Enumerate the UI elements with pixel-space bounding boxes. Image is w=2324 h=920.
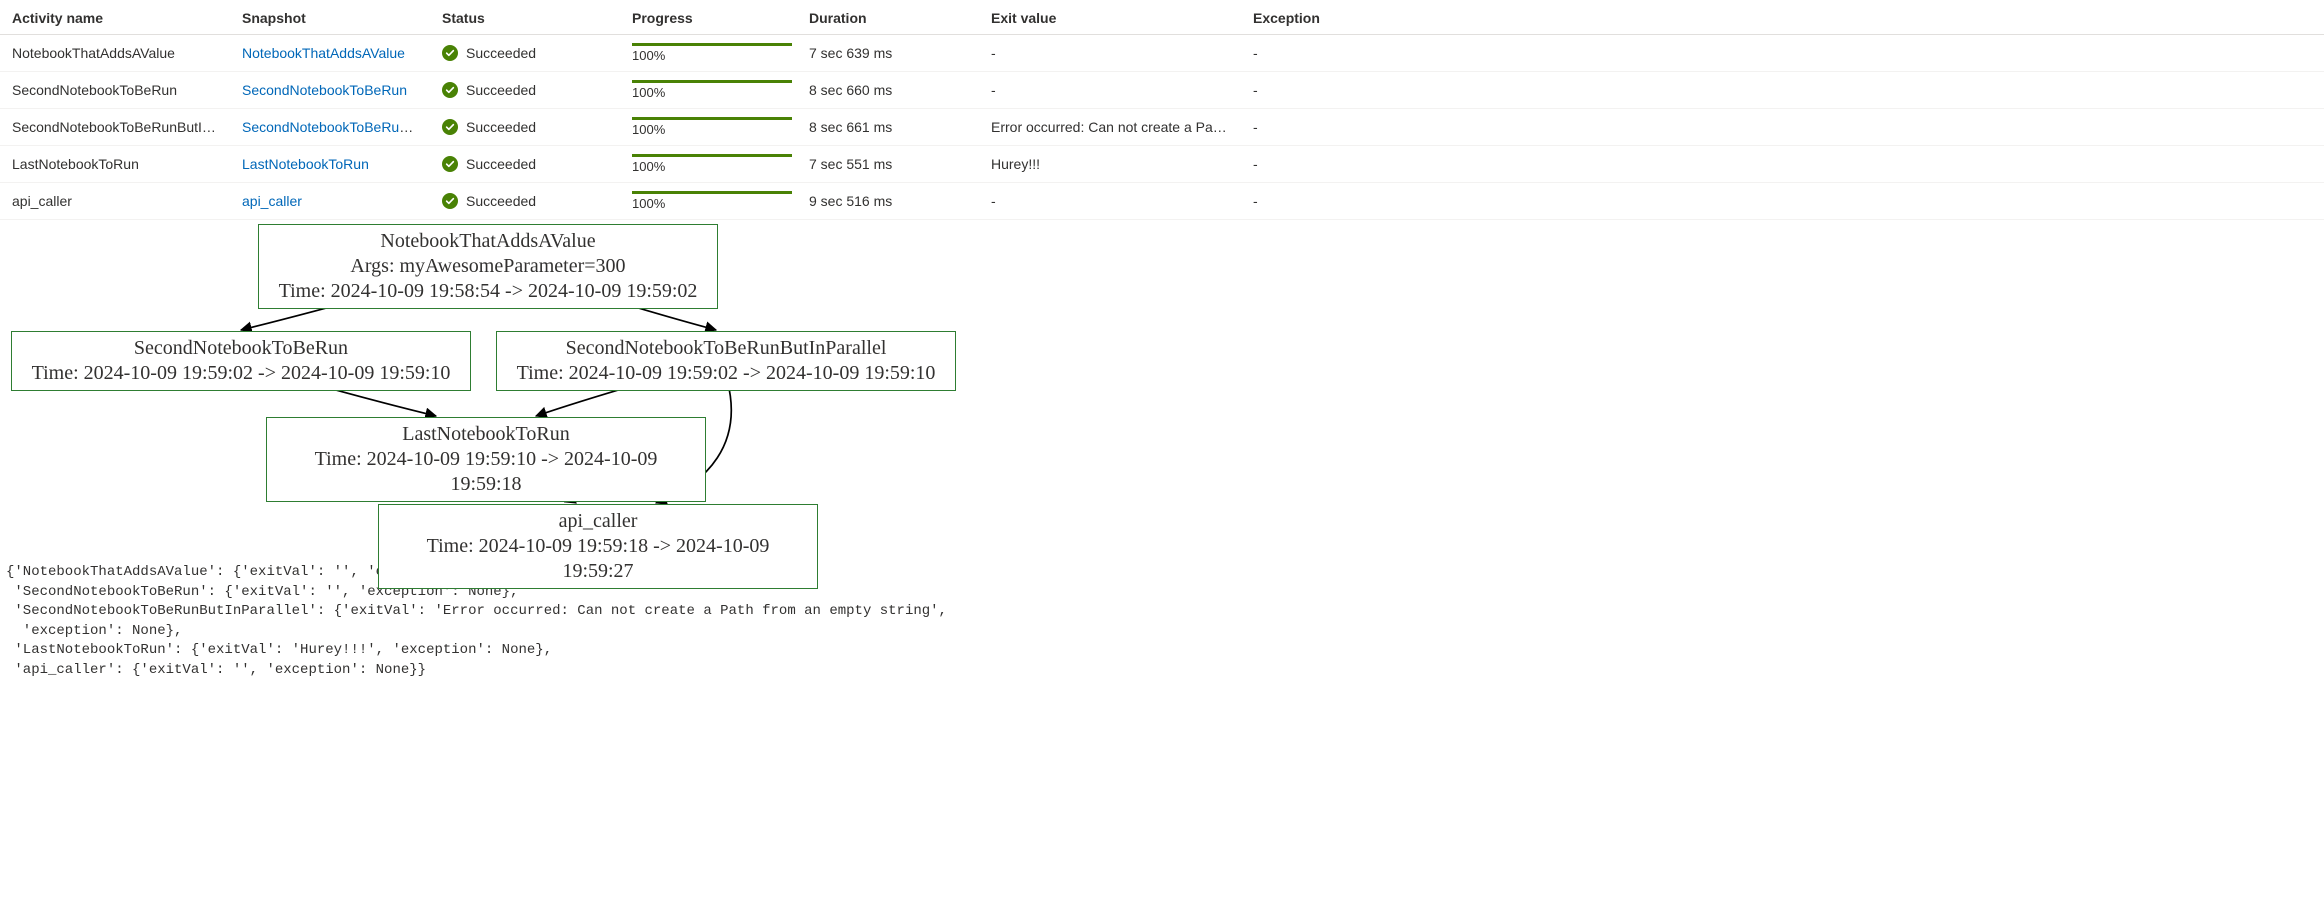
success-icon (442, 193, 458, 209)
header-status[interactable]: Status (430, 0, 620, 35)
table-row: SecondNotebookToBeRunButInParallel Second… (0, 109, 2324, 146)
node-title: NotebookThatAddsAValue (269, 229, 707, 254)
cell-status: Succeeded (430, 72, 620, 109)
status-text: Succeeded (466, 119, 536, 135)
node-args: Args: myAwesomeParameter=300 (269, 254, 707, 279)
dag-node-secondnotebooktoberun: SecondNotebookToBeRun Time: 2024-10-09 1… (11, 331, 471, 391)
header-snapshot[interactable]: Snapshot (230, 0, 430, 35)
cell-snapshot: SecondNotebookToBeRunButInParallel (230, 109, 430, 146)
dag-node-apicaller: api_caller Time: 2024-10-09 19:59:18 -> … (378, 504, 818, 589)
progress-bar (632, 80, 792, 83)
cell-exception: - (1241, 35, 2324, 72)
progress-bar (632, 43, 792, 46)
success-icon (442, 119, 458, 135)
table-row: api_caller api_caller Succeeded 100% 9 sec 5… (0, 183, 2324, 220)
output-dump: {'NotebookThatAddsAValue': {'exitVal': '… (0, 559, 2324, 691)
node-time: Time: 2024-10-09 19:59:02 -> 2024-10-09 … (507, 361, 945, 386)
progress-text: 100% (632, 48, 785, 63)
cell-status: Succeeded (430, 109, 620, 146)
cell-status: Succeeded (430, 146, 620, 183)
node-time: Time: 2024-10-09 19:59:18 -> 2024-10-09 … (389, 534, 807, 584)
table-row: NotebookThatAddsAValue NotebookThatAddsAV… (0, 35, 2324, 72)
cell-snapshot: LastNotebookToRun (230, 146, 430, 183)
node-time: Time: 2024-10-09 19:59:02 -> 2024-10-09 … (22, 361, 460, 386)
table-row: LastNotebookToRun LastNotebookToRun Succee… (0, 146, 2324, 183)
node-title: SecondNotebookToBeRunButInParallel (507, 336, 945, 361)
snapshot-link[interactable]: api_caller (242, 193, 302, 209)
cell-activity: NotebookThatAddsAValue (0, 35, 230, 72)
success-icon (442, 45, 458, 61)
cell-progress: 100% (620, 72, 797, 109)
node-title: LastNotebookToRun (277, 422, 695, 447)
dag-node-notebookthataddsavalue: NotebookThatAddsAValue Args: myAwesomePa… (258, 224, 718, 309)
cell-activity: SecondNotebookToBeRunButInParallel (0, 109, 230, 146)
table-header-row: Activity name Snapshot Status Progress D… (0, 0, 2324, 35)
status-text: Succeeded (466, 45, 536, 61)
progress-bar (632, 117, 792, 120)
header-activity[interactable]: Activity name (0, 0, 230, 35)
node-time: Time: 2024-10-09 19:58:54 -> 2024-10-09 … (269, 279, 707, 304)
status-text: Succeeded (466, 193, 536, 209)
cell-exception: - (1241, 146, 2324, 183)
cell-exit: - (979, 72, 1241, 109)
snapshot-link[interactable]: LastNotebookToRun (242, 156, 369, 172)
cell-progress: 100% (620, 109, 797, 146)
header-duration[interactable]: Duration (797, 0, 979, 35)
cell-exit: Hurey!!! (979, 146, 1241, 183)
cell-progress: 100% (620, 146, 797, 183)
table-row: SecondNotebookToBeRun SecondNotebookToBeR… (0, 72, 2324, 109)
progress-bar (632, 191, 792, 194)
cell-exception: - (1241, 109, 2324, 146)
success-icon (442, 82, 458, 98)
status-text: Succeeded (466, 82, 536, 98)
progress-text: 100% (632, 122, 785, 137)
snapshot-link[interactable]: SecondNotebookToBeRunButInParallel (242, 119, 430, 135)
cell-status: Succeeded (430, 35, 620, 72)
cell-duration: 7 sec 639 ms (797, 35, 979, 72)
snapshot-link[interactable]: NotebookThatAddsAValue (242, 45, 405, 61)
cell-duration: 7 sec 551 ms (797, 146, 979, 183)
pipeline-dag: NotebookThatAddsAValue Args: myAwesomePa… (6, 224, 966, 559)
progress-bar (632, 154, 792, 157)
success-icon (442, 156, 458, 172)
cell-snapshot: NotebookThatAddsAValue (230, 35, 430, 72)
cell-status: Succeeded (430, 183, 620, 220)
header-exit[interactable]: Exit value (979, 0, 1241, 35)
activity-table: Activity name Snapshot Status Progress D… (0, 0, 2324, 220)
progress-text: 100% (632, 159, 785, 174)
dag-node-secondnotebooktoberunbutinparallel: SecondNotebookToBeRunButInParallel Time:… (496, 331, 956, 391)
node-title: SecondNotebookToBeRun (22, 336, 460, 361)
cell-snapshot: api_caller (230, 183, 430, 220)
cell-exception: - (1241, 183, 2324, 220)
cell-exit: Error occurred: Can not create a Path fr… (979, 109, 1241, 146)
header-progress[interactable]: Progress (620, 0, 797, 35)
header-exception[interactable]: Exception (1241, 0, 2324, 35)
cell-duration: 9 sec 516 ms (797, 183, 979, 220)
progress-text: 100% (632, 85, 785, 100)
cell-duration: 8 sec 661 ms (797, 109, 979, 146)
cell-activity: api_caller (0, 183, 230, 220)
cell-progress: 100% (620, 183, 797, 220)
cell-activity: LastNotebookToRun (0, 146, 230, 183)
cell-exception: - (1241, 72, 2324, 109)
node-title: api_caller (389, 509, 807, 534)
snapshot-link[interactable]: SecondNotebookToBeRun (242, 82, 407, 98)
progress-text: 100% (632, 196, 785, 211)
cell-exit: - (979, 183, 1241, 220)
cell-activity: SecondNotebookToBeRun (0, 72, 230, 109)
status-text: Succeeded (466, 156, 536, 172)
node-time: Time: 2024-10-09 19:59:10 -> 2024-10-09 … (277, 447, 695, 497)
cell-snapshot: SecondNotebookToBeRun (230, 72, 430, 109)
cell-progress: 100% (620, 35, 797, 72)
dag-node-lastnotebooktorun: LastNotebookToRun Time: 2024-10-09 19:59… (266, 417, 706, 502)
cell-duration: 8 sec 660 ms (797, 72, 979, 109)
cell-exit: - (979, 35, 1241, 72)
